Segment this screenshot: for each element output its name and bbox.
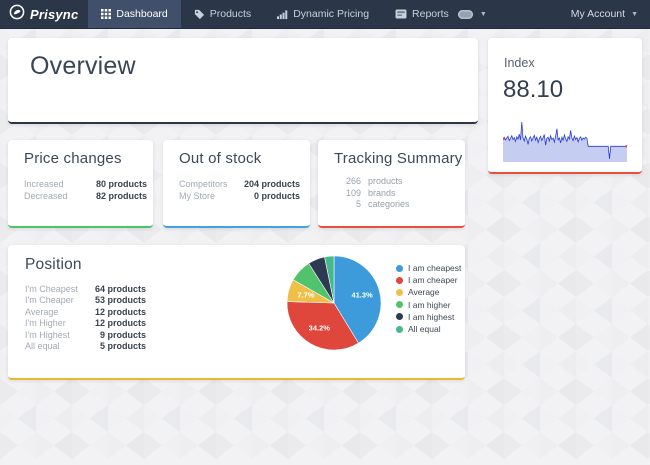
stock-row-competitors: Competitors 204 products <box>179 178 300 190</box>
nav-item-label: Dynamic Pricing <box>293 8 369 20</box>
overview-card: Overview <box>8 38 478 124</box>
tracking-row-brands: 109 brands <box>334 188 410 200</box>
account-label: My Account <box>571 8 625 20</box>
index-title: Index <box>504 56 535 70</box>
position-row-cheaper: I'm Cheaper 53 products <box>25 295 146 306</box>
legend-item-highest: I am highest <box>396 311 461 323</box>
index-card: Index 88.10 <box>488 38 642 174</box>
reports-badge <box>458 10 473 19</box>
tracking-row-products: 266 products <box>334 176 410 188</box>
page-title: Overview <box>30 52 136 81</box>
tracking-summary-card: Tracking Summary 266 products 109 brands… <box>318 140 465 228</box>
index-sparkline <box>503 120 627 164</box>
position-pie-chart: 41.3% 34.2% 7.7% <box>282 251 386 355</box>
nav-item-products[interactable]: Products <box>181 0 264 28</box>
legend-item-average: Average <box>396 286 461 298</box>
legend-dot <box>396 289 403 296</box>
position-row-all-equal: All equal 5 products <box>25 341 146 352</box>
price-changes-title: Price changes <box>24 150 122 167</box>
tracking-summary-title: Tracking Summary <box>334 150 463 167</box>
nav-item-dashboard[interactable]: Dashboard <box>88 0 180 28</box>
price-row-increased: Increased 80 products <box>24 178 147 190</box>
legend-dot <box>396 301 403 308</box>
index-value: 88.10 <box>503 76 563 104</box>
legend-dot <box>396 265 403 272</box>
report-icon <box>395 9 407 19</box>
stock-row-my-store: My Store 0 products <box>179 190 300 202</box>
top-navbar: Prisync Dashboard Products <box>0 0 650 29</box>
prisync-logo-icon <box>9 4 25 25</box>
legend-dot <box>396 326 403 333</box>
brand-logo[interactable]: Prisync <box>0 0 88 28</box>
tracking-row-categories: 5 categories <box>334 199 410 211</box>
chevron-down-icon: ▼ <box>480 11 487 18</box>
nav-item-label: Dashboard <box>116 8 167 20</box>
grid-icon <box>101 9 111 19</box>
legend-item-all-equal: All equal <box>396 323 461 335</box>
nav-item-label: Products <box>210 8 251 20</box>
position-row-cheapest: I'm Cheapest 64 products <box>25 284 146 295</box>
out-of-stock-title: Out of stock <box>179 150 261 167</box>
pie-percent-label: 7.7% <box>297 291 314 300</box>
position-row-average: Average 12 products <box>25 307 146 318</box>
position-card: Position I'm Cheapest 64 products I'm Ch… <box>8 245 465 380</box>
price-changes-card: Price changes Increased 80 products Decr… <box>8 140 153 228</box>
tag-icon <box>194 9 205 20</box>
my-account-menu[interactable]: My Account ▼ <box>559 0 650 28</box>
position-row-highest: I'm Highest 9 products <box>25 330 146 341</box>
nav-item-dynamic-pricing[interactable]: Dynamic Pricing <box>264 0 382 28</box>
pie-percent-label: 34.2% <box>309 324 331 333</box>
legend-dot <box>396 277 403 284</box>
nav-item-reports[interactable]: Reports ▼ <box>382 0 500 28</box>
nav-item-label: Reports <box>412 8 449 20</box>
legend-item-cheaper: I am cheaper <box>396 274 461 286</box>
brand-name: Prisync <box>30 7 78 22</box>
legend-item-higher: I am higher <box>396 299 461 311</box>
position-rows: I'm Cheapest 64 products I'm Cheaper 53 … <box>25 284 146 352</box>
price-row-decreased: Decreased 82 products <box>24 190 147 202</box>
chevron-down-icon: ▼ <box>631 11 638 18</box>
position-row-higher: I'm Higher 12 products <box>25 318 146 329</box>
position-title: Position <box>25 256 82 274</box>
pie-percent-label: 41.3% <box>351 291 373 300</box>
pie-legend: I am cheapest I am cheaper Average I am … <box>396 262 461 335</box>
legend-item-cheapest: I am cheapest <box>396 262 461 274</box>
out-of-stock-card: Out of stock Competitors 204 products My… <box>163 140 310 228</box>
bars-icon <box>277 9 288 20</box>
legend-dot <box>396 313 403 320</box>
